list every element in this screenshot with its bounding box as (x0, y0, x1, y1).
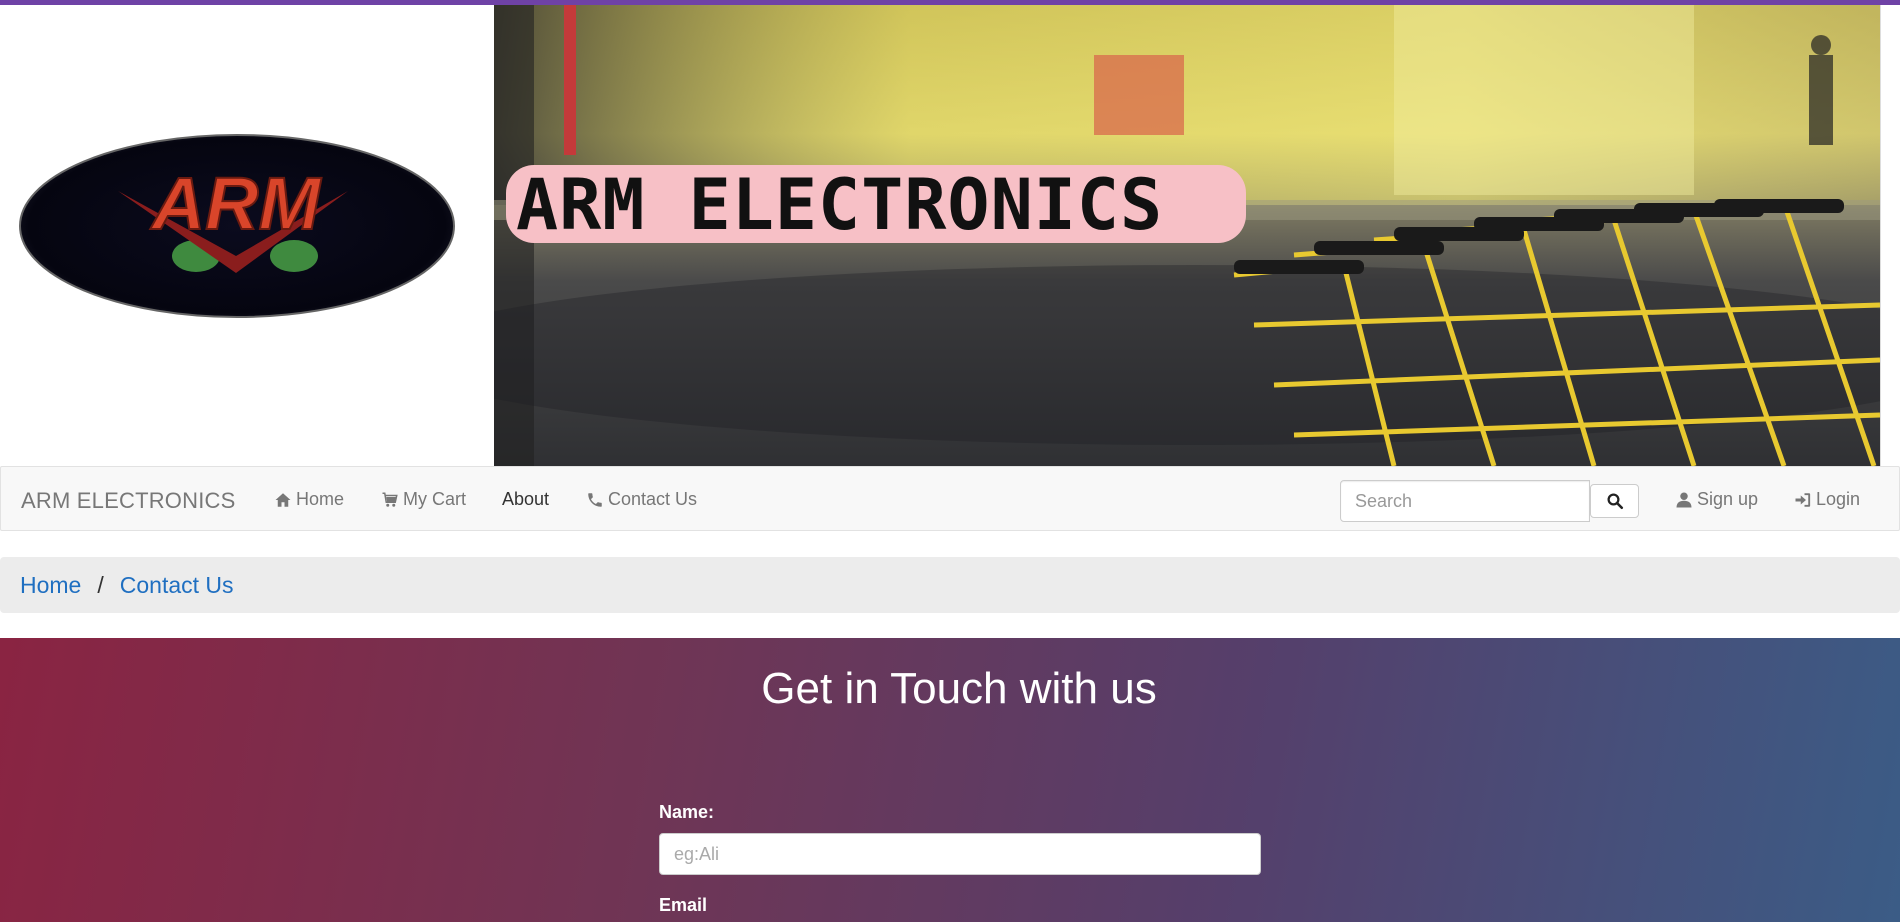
nav-home-label: Home (296, 489, 345, 509)
header-right-edge (1880, 5, 1900, 466)
breadcrumb: Home / Contact Us (0, 557, 1900, 613)
login-icon (1795, 492, 1811, 507)
navbar-brand[interactable]: ARM ELECTRONICS (21, 488, 235, 514)
nav-item-contact[interactable]: Contact Us (586, 489, 697, 510)
contact-title: Get in Touch with us (761, 664, 1157, 713)
phone-icon (588, 492, 602, 507)
nav-item-cart[interactable]: My Cart (381, 489, 466, 510)
cart-icon (382, 492, 398, 507)
search-icon (1607, 493, 1623, 510)
name-label: Name: (659, 802, 715, 822)
breadcrumb-contact[interactable]: Contact Us (120, 572, 234, 599)
email-label: Email (659, 895, 708, 915)
svg-text:ARM: ARM (150, 162, 322, 245)
hero-banner-image: ARM ELECTRONICS (494, 5, 1880, 466)
home-icon (275, 492, 291, 507)
nav-item-home[interactable]: Home (274, 489, 344, 510)
nav-item-signup[interactable]: Sign up (1675, 489, 1758, 510)
site-header: ARM ARM ELECTRONICS (0, 5, 1900, 466)
search-button[interactable] (1590, 484, 1639, 518)
brand-logo[interactable]: ARM (18, 131, 456, 321)
nav-signup-label: Sign up (1697, 489, 1759, 509)
svg-text:ARM ELECTRONICS: ARM ELECTRONICS (516, 164, 1163, 246)
name-field[interactable] (659, 833, 1261, 875)
nav-contact-label: Contact Us (608, 489, 698, 509)
nav-item-login[interactable]: Login (1794, 489, 1860, 510)
search-input[interactable] (1340, 480, 1590, 522)
main-navbar: ARM ELECTRONICS Home My Cart About Conta… (0, 466, 1900, 531)
user-icon (1676, 492, 1692, 507)
breadcrumb-separator: / (97, 571, 104, 598)
contact-section: Get in Touch with us Name: Email (0, 638, 1900, 922)
nav-cart-label: My Cart (403, 489, 466, 509)
nav-login-label: Login (1816, 489, 1861, 509)
nav-about-label: About (502, 489, 550, 509)
nav-item-about[interactable]: About (502, 489, 549, 510)
breadcrumb-home[interactable]: Home (20, 572, 81, 599)
